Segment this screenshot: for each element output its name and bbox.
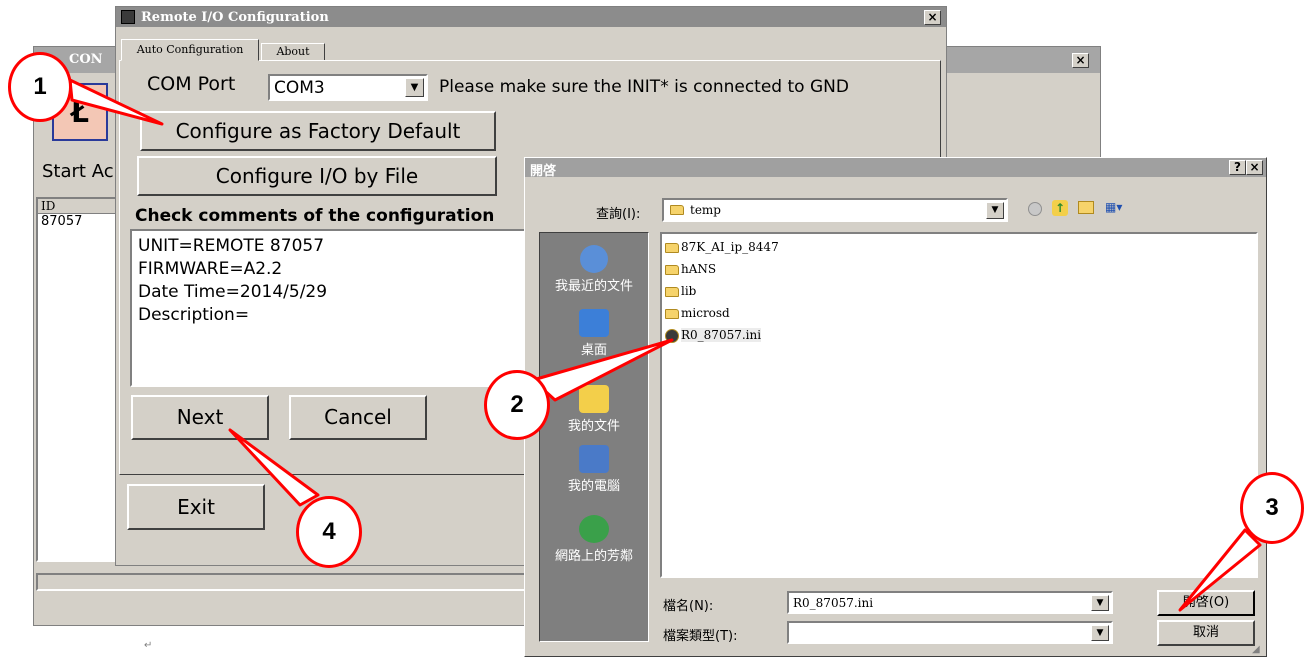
- callout-4: 4: [296, 496, 362, 568]
- callout-3: 3: [1240, 472, 1304, 544]
- callout-2: 2: [484, 370, 550, 440]
- callout-2-pointer: [531, 338, 674, 402]
- callout-3-pointer: [1178, 528, 1262, 612]
- callout-1-pointer: [68, 78, 164, 126]
- callout-1: 1: [8, 52, 72, 122]
- tab-auto-configuration[interactable]: Auto Configuration: [121, 39, 259, 61]
- callout-pointers: [68, 78, 1262, 612]
- callout-4-pointer: [228, 428, 320, 507]
- return-mark-icon: ↵: [144, 640, 153, 651]
